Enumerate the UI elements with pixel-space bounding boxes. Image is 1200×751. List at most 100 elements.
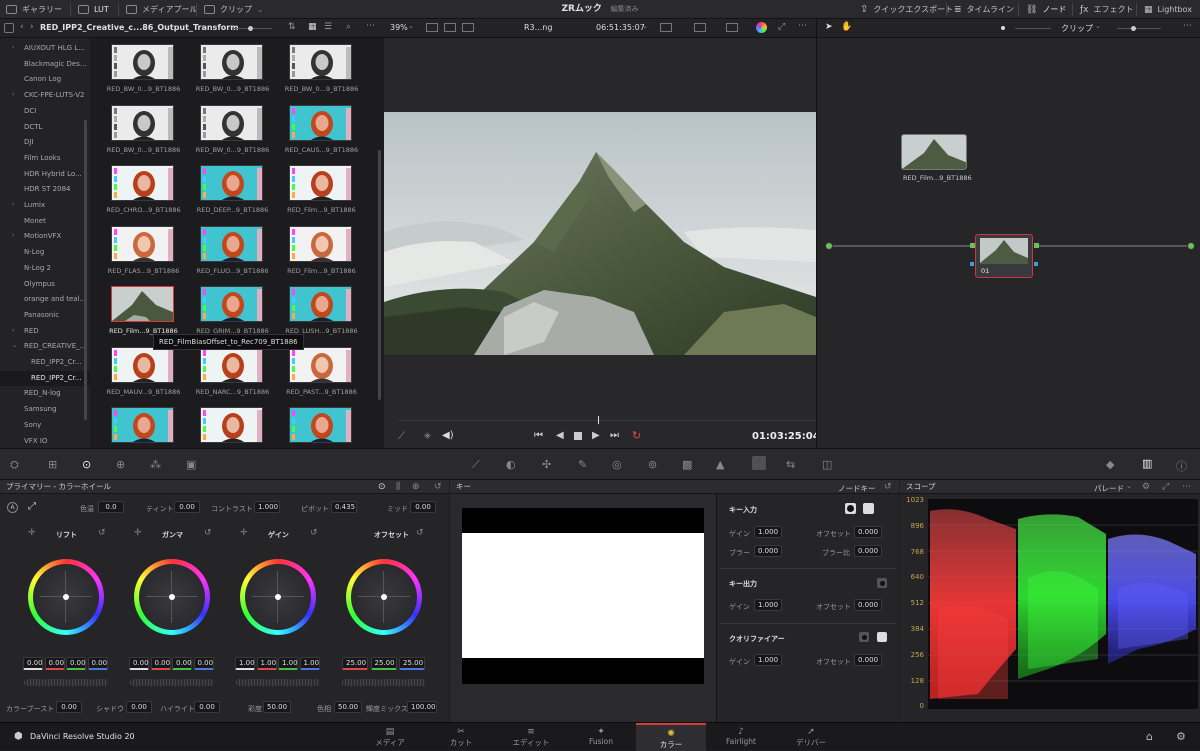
play-icon[interactable]: ▶ (592, 430, 600, 441)
bars-mode-icon[interactable]: ⫼ (396, 482, 400, 492)
sort-icon[interactable]: ⇅ (288, 22, 296, 32)
sidebar-item[interactable]: › MotionVFX (0, 229, 90, 245)
lut-tile[interactable]: RED_MAUV...9_BT1886 (106, 343, 180, 396)
node-input-rgb[interactable] (970, 243, 975, 248)
log-mode-icon[interactable]: ⊕ (412, 482, 420, 492)
node-output-key[interactable] (1034, 262, 1038, 266)
chevron-down-icon[interactable]: ⌄ (12, 342, 17, 349)
lut-tile[interactable]: RED_FLUO...9_BT1886 (195, 222, 269, 275)
color-wheel[interactable] (346, 559, 422, 635)
contrast-value[interactable]: 1.000 (254, 501, 280, 513)
qualifier-toggle[interactable] (859, 632, 869, 642)
node-zoom-slider[interactable] (1015, 28, 1051, 29)
lut-tile[interactable]: RED_CHRO...9_BT1886 (106, 161, 181, 214)
3d-icon[interactable]: ◫ (822, 458, 832, 471)
sidebar-item[interactable]: Blackmagic Des... (0, 57, 90, 73)
page-tab[interactable]: ♪ Fairlight (706, 723, 776, 751)
picker-icon[interactable]: ⤢ (28, 501, 36, 512)
reset-icon[interactable]: ↺ (884, 482, 892, 492)
color-picker-icon[interactable] (756, 22, 767, 33)
pointer-icon[interactable]: ➤ (825, 22, 833, 32)
lut-tile[interactable] (106, 403, 176, 448)
lut-button[interactable]: LUT (78, 0, 109, 19)
chevron-right-icon[interactable]: › (12, 232, 14, 239)
sidebar-item[interactable]: HDR Hybrid Lo... (0, 167, 90, 183)
sidebar-item[interactable]: RED_IPP2_Cr... (0, 355, 90, 371)
hdr-wheels-icon[interactable]: ⊕ (116, 458, 125, 471)
sidebar-item[interactable]: orange and teal... (0, 292, 90, 308)
lut-tile[interactable]: RED_Film...9_BT1886 (106, 282, 178, 335)
fullscreen-icon[interactable]: ⤢ (778, 22, 785, 32)
node-input-socket[interactable] (825, 242, 833, 250)
wheel-value[interactable]: 0.00 (129, 657, 149, 670)
highlight-value[interactable]: 0.00 (194, 701, 220, 713)
sidebar-item[interactable]: VFX IO (0, 434, 90, 449)
go-to-start-icon[interactable]: ⏮ (534, 430, 543, 441)
reset-icon[interactable]: ↺ (204, 528, 212, 538)
chevron-right-icon[interactable]: › (12, 201, 14, 208)
magic-mask-icon[interactable]: ▩ (682, 458, 692, 471)
reset-icon[interactable]: ↺ (416, 528, 424, 538)
color-boost-value[interactable]: 0.00 (56, 701, 82, 713)
hue-value[interactable]: 50.00 (334, 701, 362, 713)
sidebar-item[interactable]: Samsung (0, 402, 90, 418)
lut-tile[interactable] (284, 403, 354, 448)
sidebar-item[interactable]: Sony (0, 418, 90, 434)
master-wheel-jog[interactable] (24, 679, 108, 686)
blur-icon[interactable]: ▲ (716, 458, 724, 471)
page-tab[interactable]: ✺ カラー (636, 723, 706, 751)
sidebar-item[interactable]: ⌄ RED_CREATIVE_... (0, 339, 90, 355)
key-tool-icon[interactable] (752, 456, 766, 470)
media-pool-button[interactable]: メディアプール (126, 0, 197, 19)
lut-tile[interactable]: RED_BW_0...9_BT1886 (284, 40, 358, 93)
motion-effects-icon[interactable]: ▣ (186, 458, 196, 471)
lut-tile[interactable]: RED_BW_0...9_BT1886 (106, 101, 180, 154)
sidebar-item[interactable]: DCTL (0, 120, 90, 136)
lut-tile[interactable]: RED_Film...9_BT1886 (284, 161, 356, 214)
node-mode[interactable]: クリップ (1061, 23, 1093, 34)
grid-scrollbar[interactable] (378, 150, 381, 400)
timeline-scrubber[interactable] (398, 420, 818, 421)
sidebar-item[interactable]: Canon Log (0, 72, 90, 88)
master-wheel-jog[interactable] (342, 679, 426, 686)
key-out-gain-value[interactable]: 1.000 (754, 599, 782, 611)
color-warper-icon[interactable]: ◐ (506, 458, 516, 471)
key-input-invert[interactable] (863, 503, 874, 514)
crosshair-icon[interactable]: ✛ (240, 528, 248, 538)
reset-icon[interactable]: ↺ (310, 528, 318, 538)
monitor-icon[interactable] (694, 23, 706, 32)
scope-settings-icon[interactable]: ⚙ (1142, 482, 1150, 492)
sidebar-scrollbar[interactable] (84, 120, 87, 420)
window-icon[interactable]: ◎ (612, 458, 622, 471)
sidebar-item[interactable]: › AIUXOUT HLG L... (0, 41, 90, 57)
key-out-offset-value[interactable]: 0.000 (854, 599, 882, 611)
wheel-value[interactable]: 0.00 (23, 657, 43, 670)
wheel-value[interactable]: 0.00 (172, 657, 192, 670)
go-to-end-icon[interactable]: ⏭ (610, 430, 619, 441)
key-blur-value[interactable]: 0.000 (754, 545, 782, 557)
lut-tile[interactable]: RED_PAST...9_BT1886 (284, 343, 357, 396)
forward-arrow-icon[interactable]: › (30, 22, 34, 32)
page-tab[interactable]: ▤ メディア (355, 723, 425, 751)
settings-icon[interactable]: ⚙ (1176, 730, 1186, 743)
tracker-icon[interactable]: ⊚ (648, 458, 657, 471)
sidebar-item[interactable]: RED_N-log (0, 386, 90, 402)
reverse-icon[interactable]: ◀ (556, 430, 564, 441)
nodes-button[interactable]: ⛓ ノード (1026, 0, 1066, 19)
sidebar-item[interactable]: › CKC-FPE-LUTS-V2 (0, 88, 90, 104)
wheel-value[interactable]: 25.00 (399, 657, 425, 670)
hand-icon[interactable]: ✋ (841, 22, 852, 32)
wheel-value[interactable]: 0.00 (66, 657, 86, 670)
back-arrow-icon[interactable]: ‹ (20, 22, 24, 32)
view-mode-icon[interactable] (426, 23, 438, 32)
scope-mode[interactable]: パレード (1094, 483, 1124, 494)
sidebar-item[interactable]: DJI (0, 135, 90, 151)
wheel-value[interactable]: 0.00 (193, 657, 214, 670)
chevron-right-icon[interactable]: › (12, 44, 14, 51)
sidebar-item[interactable]: HDR ST 2084 (0, 182, 90, 198)
curves-icon[interactable]: ⟋ (472, 458, 480, 472)
wheel-value[interactable]: 1.00 (299, 657, 320, 670)
dropper-icon[interactable]: ⟋ (398, 431, 405, 442)
lut-tile[interactable]: RED_BW_0...9_BT1886 (195, 101, 269, 154)
wheel-value[interactable]: 0.00 (150, 657, 171, 670)
